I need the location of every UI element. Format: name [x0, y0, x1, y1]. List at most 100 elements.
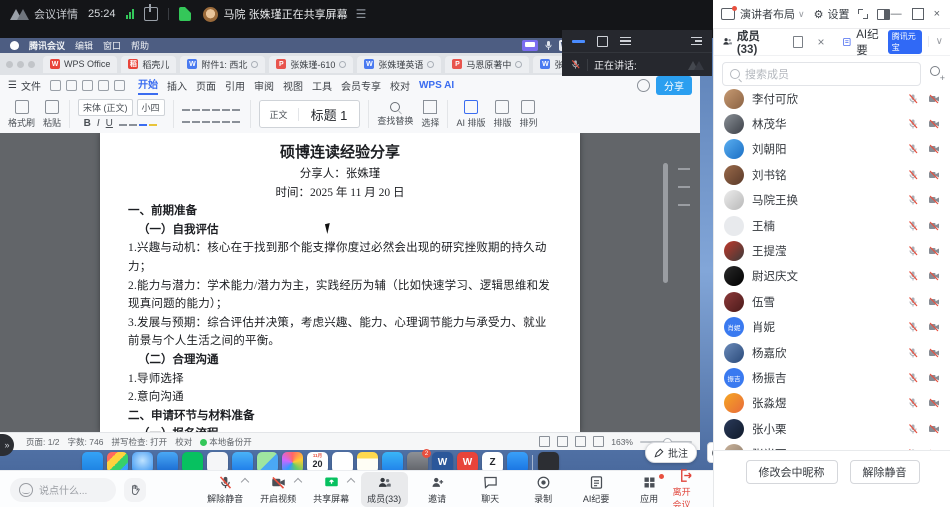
font-size-select[interactable]: 小四 [137, 99, 165, 116]
open-external-icon[interactable] [144, 7, 158, 21]
menu-view[interactable]: 视图 [283, 78, 303, 93]
view-mode-icon[interactable] [539, 436, 550, 447]
bold-button[interactable]: B [84, 118, 91, 129]
menu-home[interactable]: 开始 [138, 76, 158, 95]
settings-button[interactable]: ⚙ 设置 [814, 6, 850, 22]
member-row[interactable]: 马院王换 [714, 188, 950, 213]
chat-button[interactable]: 聊天 [467, 472, 514, 507]
vertical-scrollbar[interactable] [663, 163, 668, 283]
menubar-window[interactable]: 窗口 [103, 39, 121, 52]
apple-logo-icon[interactable] [10, 41, 19, 50]
add-member-icon[interactable] [927, 66, 943, 82]
style-heading1[interactable]: 标题 1 [299, 105, 360, 124]
document-canvas[interactable]: 硕博连读经验分享 分享人：张姝瑾 时间：2025 年 11 月 20 日 一、前… [0, 133, 700, 432]
member-row[interactable]: 刘朝阳 [714, 137, 950, 162]
overlay-window-icon[interactable] [597, 36, 608, 47]
menu-proof[interactable]: 校对 [390, 78, 410, 93]
paste-button[interactable]: 粘贴 [43, 100, 61, 129]
font-color-buttons[interactable] [119, 118, 159, 129]
zoom-level[interactable]: 163% [611, 437, 633, 447]
select-button[interactable]: 选择 [421, 100, 439, 129]
unmute-button[interactable]: 解除静音 [202, 472, 249, 507]
document-page[interactable]: 硕博连读经验分享 分享人：张姝瑾 时间：2025 年 11 月 20 日 一、前… [100, 133, 580, 432]
screen-sharing-indicator-icon[interactable] [522, 40, 538, 51]
popout-icon[interactable] [793, 36, 803, 48]
shared-doc-icon[interactable] [179, 7, 191, 21]
docarea-side-tools[interactable] [678, 168, 690, 206]
member-row[interactable]: 振吉杨振吉 [714, 365, 950, 390]
menu-member[interactable]: 会员专享 [341, 78, 381, 93]
annotate-button[interactable]: 批注 [645, 442, 697, 463]
find-replace-button[interactable]: 查找替换 [377, 102, 413, 127]
raise-hand-button[interactable] [124, 478, 146, 502]
doc-tab[interactable]: W 附件1: 西北 [180, 56, 265, 73]
menu-icon[interactable]: ☰ [356, 7, 367, 21]
tab-docer[interactable]: 稻 稻壳儿 [121, 56, 176, 73]
menu-review[interactable]: 审阅 [254, 78, 274, 93]
overlay-minimize-icon[interactable] [572, 40, 585, 43]
quick-access-toolbar[interactable] [50, 80, 125, 91]
doc-tab[interactable]: P 马恩原著中 [445, 56, 529, 73]
fullscreen-icon[interactable] [858, 9, 868, 19]
maximize-button[interactable] [912, 8, 924, 20]
member-row[interactable]: 王楠 [714, 213, 950, 238]
menu-tools[interactable]: 工具 [312, 78, 332, 93]
menubar-edit[interactable]: 编辑 [75, 39, 93, 52]
member-row[interactable]: 尉迟庆文 [714, 264, 950, 289]
chevron-up-icon[interactable] [293, 478, 301, 486]
member-row[interactable]: 张小栗 [714, 416, 950, 441]
doc-tab[interactable]: W 张姝瑾英语 [357, 56, 441, 73]
tab-wps-home[interactable]: W WPS Office [43, 56, 117, 73]
search-input[interactable]: 搜索成员 [722, 62, 921, 86]
start-video-button[interactable]: 开启视频 [255, 472, 302, 507]
ai-notes-button[interactable]: AI纪要 [573, 472, 620, 507]
menu-reference[interactable]: 引用 [225, 78, 245, 93]
meeting-detail-link[interactable]: 会议详情 [34, 6, 78, 22]
menu-insert[interactable]: 插入 [167, 78, 187, 93]
member-row[interactable]: 王提滢 [714, 238, 950, 263]
tab-members[interactable]: 成员(33) [722, 28, 773, 56]
close-panel-icon[interactable]: × [817, 35, 824, 49]
member-row[interactable]: 李付可欣 [714, 86, 950, 111]
members-button[interactable]: 成员(33) [361, 472, 408, 507]
italic-button[interactable]: I [97, 118, 100, 129]
layout-button[interactable]: 排版 [493, 100, 511, 129]
align-buttons[interactable] [182, 115, 242, 125]
record-button[interactable]: 录制 [520, 472, 567, 507]
font-family-select[interactable]: 宋体 (正文) [78, 99, 133, 116]
member-row[interactable]: 张淼煜 [714, 391, 950, 416]
ai-layout-button[interactable]: AI 排版 [456, 100, 485, 129]
overlay-expand-icon[interactable] [691, 37, 702, 46]
backup-status[interactable]: 本地备份开 [200, 436, 252, 448]
chevron-up-icon[interactable] [240, 478, 248, 486]
menubar-help[interactable]: 帮助 [131, 39, 149, 52]
member-list[interactable]: 李付可欣 林茂华 刘朝阳 刘书铭 马院王换 王楠 王提滢 尉迟庆文 伍雪 肖妮肖… [714, 86, 950, 460]
list-buttons[interactable] [182, 103, 242, 113]
cloud-sync-icon[interactable] [637, 79, 650, 92]
member-row[interactable]: 刘书铭 [714, 162, 950, 187]
outline-view-icon[interactable] [557, 436, 568, 447]
member-row[interactable]: 林茂华 [714, 111, 950, 136]
tab-ai-notes[interactable]: AI纪要 腾讯元宝 [842, 26, 921, 58]
member-row[interactable]: 杨嘉欣 [714, 340, 950, 365]
member-row[interactable]: 伍雪 [714, 289, 950, 314]
fullscreen-view-icon[interactable] [593, 436, 604, 447]
spellcheck-status[interactable]: 拼写检查: 打开 [111, 436, 167, 448]
menu-wps-ai[interactable]: WPS AI [419, 80, 454, 91]
chevron-down-icon[interactable]: ∨ [928, 36, 943, 47]
arrange-button[interactable]: 排列 [519, 100, 537, 129]
doc-tab[interactable]: P 张姝瑾-610 [269, 56, 353, 73]
apps-button[interactable]: 应用 [626, 472, 673, 507]
share-screen-button[interactable]: 共享屏幕 [308, 472, 355, 507]
side-panel-icon[interactable] [877, 9, 890, 20]
file-menu[interactable]: ☰ 文件 [8, 78, 41, 93]
style-gallery[interactable]: 正文 标题 1 [259, 100, 361, 128]
menubar-app-name[interactable]: 腾讯会议 [29, 39, 65, 52]
speaker-layout-button[interactable]: 演讲者布局 [740, 6, 795, 22]
style-normal[interactable]: 正文 [260, 108, 299, 121]
underline-button[interactable]: U [106, 118, 113, 129]
unmute-all-button[interactable]: 解除静音 [850, 460, 920, 484]
format-painter-button[interactable]: 格式刷 [8, 100, 35, 129]
overlay-list-icon[interactable] [620, 37, 631, 46]
close-button[interactable]: × [934, 8, 940, 20]
